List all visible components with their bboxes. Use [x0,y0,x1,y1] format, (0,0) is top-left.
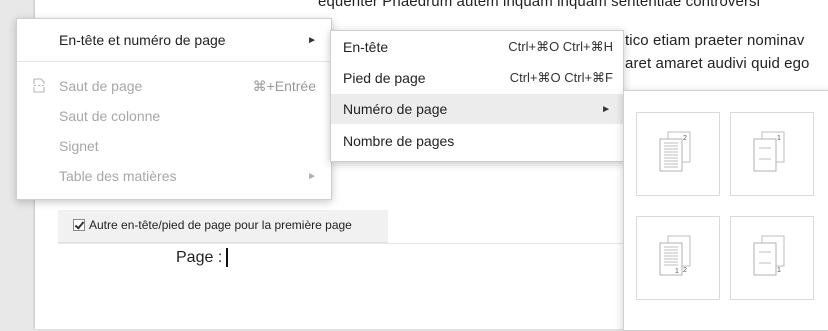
submenu-arrow-icon: ► [601,103,611,115]
submenu-arrow-icon: ► [307,34,317,46]
shortcut-label: ⌘+Entrée [252,77,316,94]
document-text-line: tico etiam praeter nominav [625,32,805,49]
menu-item-header-page-number[interactable]: En-tête et numéro de page ► [17,25,331,55]
svg-text:2: 2 [683,135,687,142]
menu-item-label: Saut de colonne [59,108,161,124]
menu-item-label: En-tête et numéro de page [59,32,226,48]
page-number-bottom-icon: 1 [753,235,785,276]
menu-item-label: Nombre de pages [343,133,455,149]
svg-text:1: 1 [675,268,679,275]
shortcut-label: Ctrl+⌘O Ctrl+⌘F [509,70,613,85]
document-text-line: equenter Phaedrum autem inquam inquam se… [318,0,761,10]
menu-item-column-break[interactable]: Saut de colonne [17,101,331,131]
menu-item-label: Table des matières [59,168,177,184]
menu-item-label: Signet [59,138,99,154]
page-number-option-header-with-first-page[interactable]: 2 [636,112,720,196]
document-text-line: aret amaret audivi quid ego [625,55,810,72]
header-page-number-submenu: En-tête Ctrl+⌘O Ctrl+⌘H Pied de page Ctr… [330,30,624,162]
menu-item-label: Numéro de page [343,101,448,117]
submenu-item-header[interactable]: En-tête Ctrl+⌘O Ctrl+⌘H [331,32,623,62]
first-page-header-option[interactable]: Autre en-tête/pied de page pour la premi… [73,218,352,232]
page-number-top-icon: 1 [753,131,785,172]
svg-text:1: 1 [777,267,781,274]
page-label: Page : [176,248,223,266]
menu-separator [17,61,331,62]
page-break-icon [33,78,45,93]
submenu-item-page-number[interactable]: Numéro de page ► [331,94,623,124]
svg-text:1: 1 [777,135,781,142]
first-page-checkbox[interactable] [73,219,85,231]
menu-item-bookmark[interactable]: Signet [17,131,331,161]
menu-item-table-of-contents[interactable]: Table des matières ► [17,161,331,191]
text-cursor [226,248,229,267]
page-number-options-panel: 2 1 1 2 1 [623,90,828,331]
submenu-item-footer[interactable]: Pied de page Ctrl+⌘O Ctrl+⌘F [331,63,623,93]
insert-menu: En-tête et numéro de page ► Saut de page… [16,18,332,200]
header-divider [58,243,630,244]
page-number-bottom-icon: 1 2 [659,235,691,276]
svg-text:2: 2 [683,267,687,274]
menu-item-label: Saut de page [59,78,143,94]
submenu-arrow-icon: ► [307,170,317,182]
shortcut-label: Ctrl+⌘O Ctrl+⌘H [508,39,613,54]
page-number-top-icon: 2 [659,131,691,172]
submenu-item-page-count[interactable]: Nombre de pages [331,126,623,156]
header-content[interactable]: Page : [176,248,229,267]
page-number-option-header-skip-first-page[interactable]: 1 [730,112,814,196]
page-number-option-footer-with-first-page[interactable]: 1 2 [636,216,720,300]
menu-item-label: Pied de page [343,70,426,86]
page-number-option-footer-skip-first-page[interactable]: 1 [730,216,814,300]
menu-item-page-break[interactable]: Saut de page ⌘+Entrée [17,71,331,101]
first-page-option-label: Autre en-tête/pied de page pour la premi… [89,218,352,232]
menu-item-label: En-tête [343,39,389,55]
